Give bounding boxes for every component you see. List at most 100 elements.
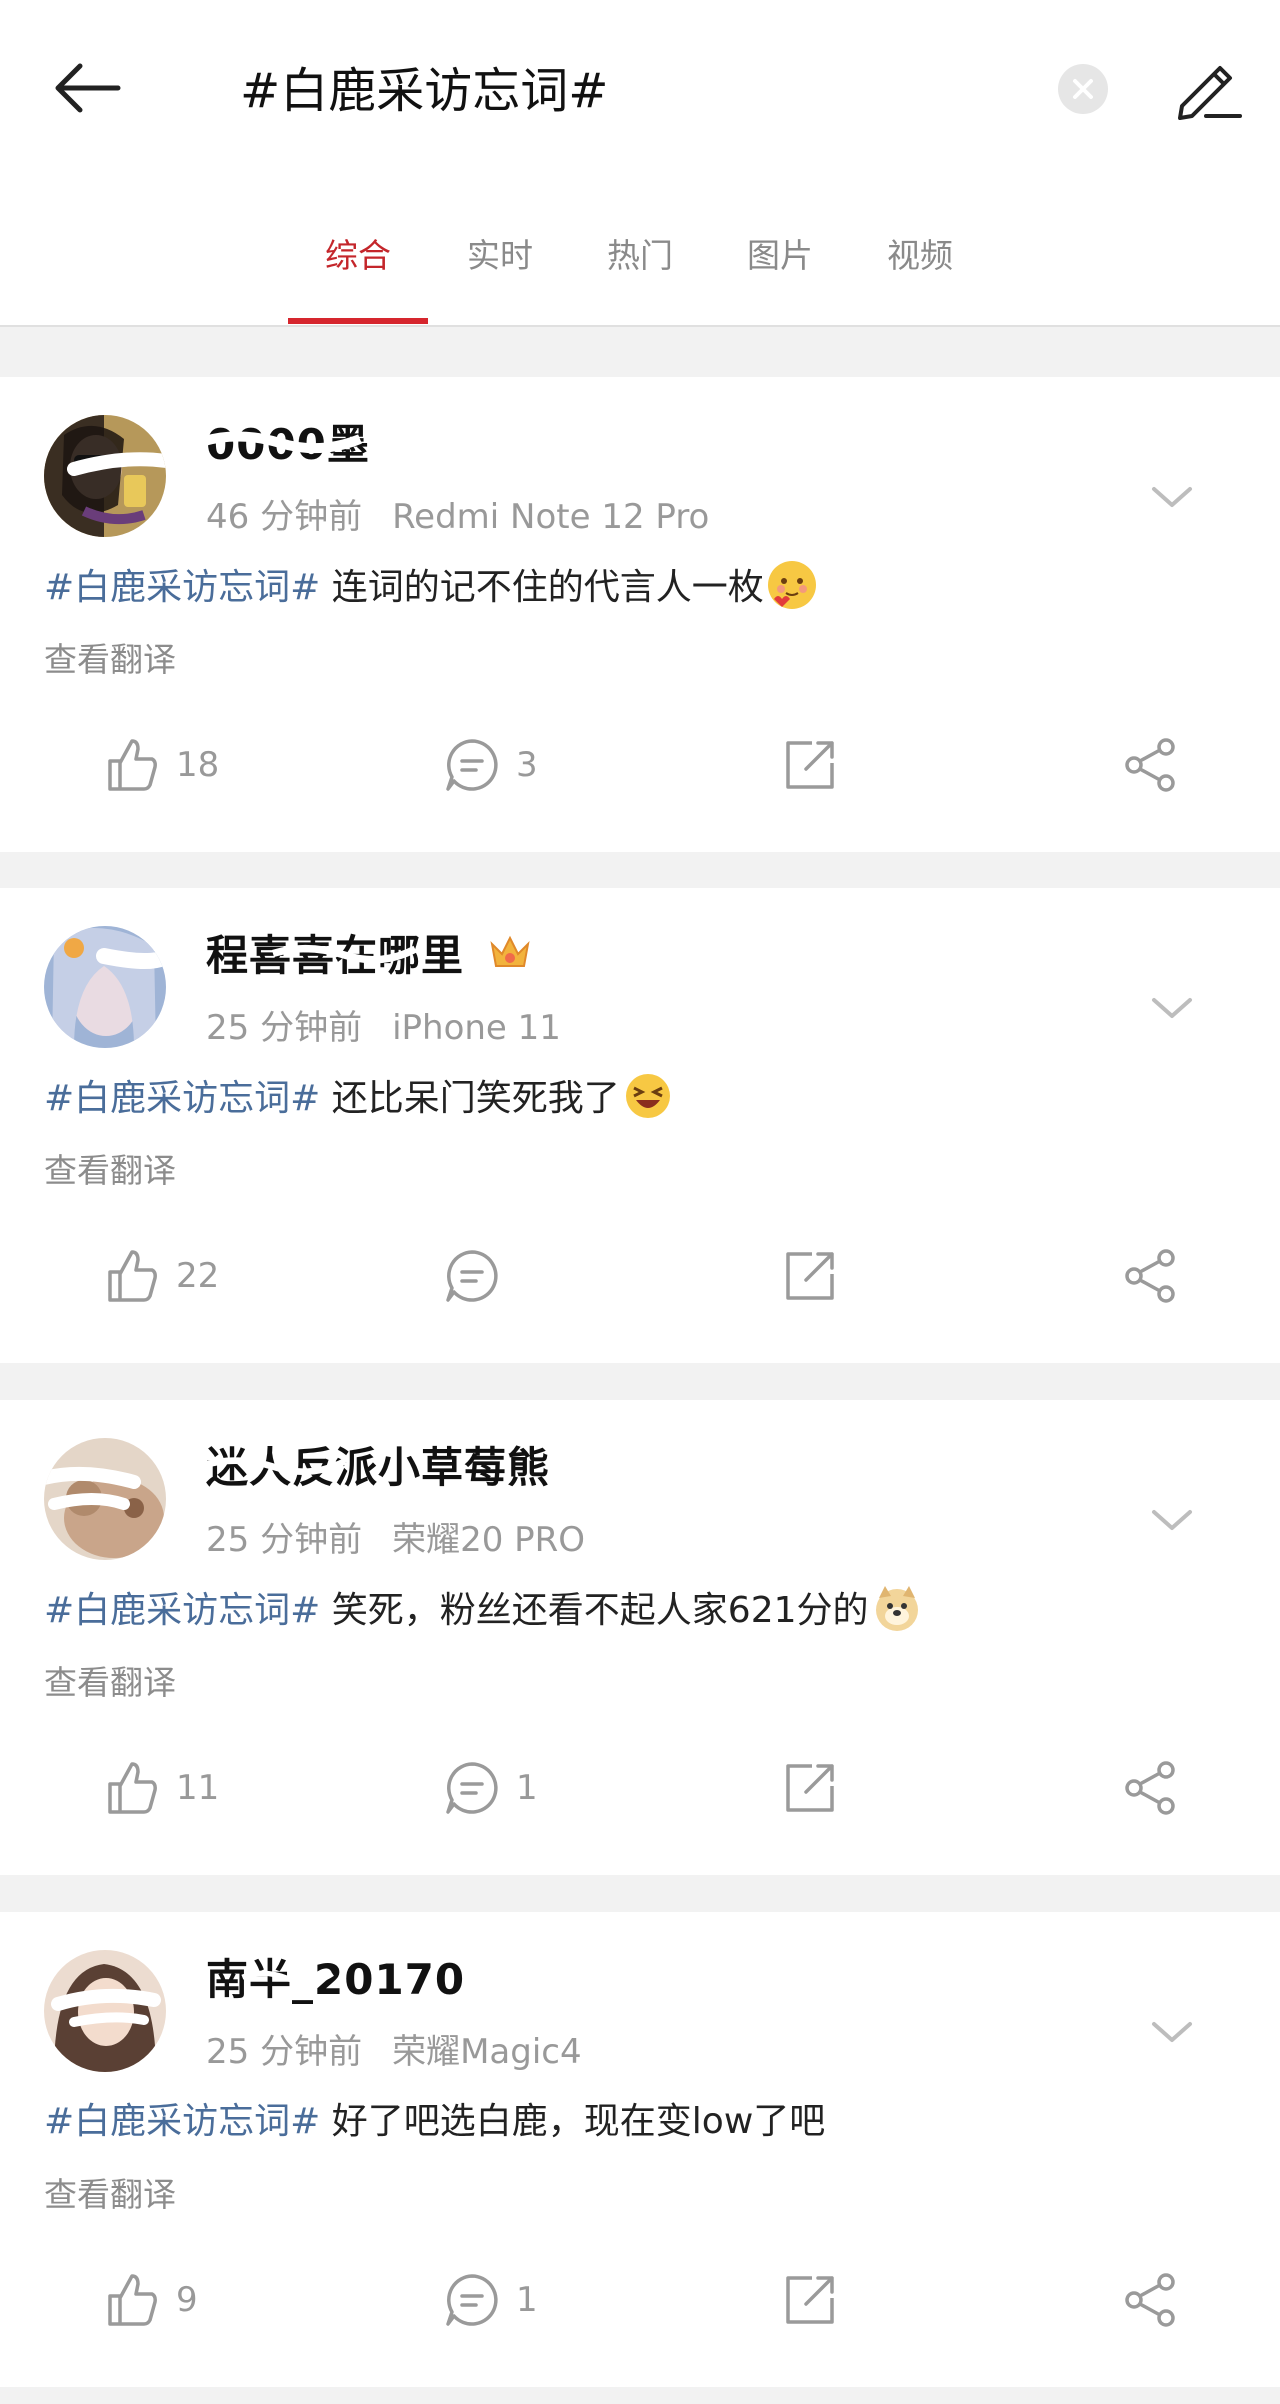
compose-button[interactable] bbox=[1168, 48, 1248, 128]
like-button[interactable]: 11 bbox=[104, 1750, 264, 1830]
post-actions: 11 1 bbox=[0, 1750, 1280, 1830]
post-meta: 46 分钟前 Redmi Note 12 Pro bbox=[206, 489, 709, 538]
comment-button[interactable] bbox=[444, 1238, 604, 1318]
share-icon bbox=[1125, 1249, 1175, 1303]
active-tab-indicator bbox=[288, 318, 428, 324]
search-query[interactable]: #白鹿采访忘词# bbox=[240, 56, 608, 126]
post-text: 笑死，粉丝还看不起人家621分的 bbox=[320, 1590, 869, 1631]
post-device: 荣耀Magic4 bbox=[392, 2032, 582, 2072]
repost-button[interactable] bbox=[782, 1750, 842, 1830]
like-count: 11 bbox=[176, 1768, 220, 1808]
tab-images[interactable]: 图片 bbox=[710, 226, 850, 286]
repost-button[interactable] bbox=[782, 2262, 842, 2342]
filter-tabs: 综合 实时 热门 图片 视频 bbox=[0, 180, 1280, 327]
post-device: Redmi Note 12 Pro bbox=[392, 497, 710, 537]
comment-button[interactable]: 1 bbox=[444, 2262, 604, 2342]
chevron-down-icon[interactable] bbox=[1148, 1496, 1196, 1544]
view-translation-link[interactable]: 查看翻译 bbox=[44, 1656, 176, 1704]
thumbs-up-icon bbox=[108, 2274, 157, 2326]
post-content: #白鹿采访忘词# 连词的记不住的代言人一枚 bbox=[44, 561, 816, 614]
post-actions: 22 bbox=[0, 1238, 1280, 1318]
post-meta: 25 分钟前 iPhone 11 bbox=[206, 1000, 561, 1049]
like-count: 22 bbox=[176, 1256, 220, 1296]
like-button[interactable]: 22 bbox=[104, 1238, 264, 1318]
tab-comprehensive[interactable]: 综合 bbox=[288, 226, 428, 286]
post-time: 25 分钟前 bbox=[206, 1520, 363, 1560]
chevron-down-icon[interactable] bbox=[1148, 984, 1196, 1032]
share-button[interactable] bbox=[1122, 1238, 1182, 1318]
post-time: 46 分钟前 bbox=[206, 497, 363, 537]
repost-button[interactable] bbox=[782, 727, 842, 807]
post-text: 好了吧选白鹿，现在变low了吧 bbox=[320, 2101, 826, 2142]
clear-search-button[interactable] bbox=[1058, 64, 1108, 114]
post-meta: 25 分钟前 荣耀Magic4 bbox=[206, 2024, 582, 2073]
hashtag-link[interactable]: #白鹿采访忘词# bbox=[44, 567, 320, 608]
redaction-scribble bbox=[202, 431, 362, 454]
repost-icon bbox=[786, 2276, 834, 2324]
avatar[interactable] bbox=[44, 1438, 166, 1560]
post-content: #白鹿采访忘词# 好了吧选白鹿，现在变low了吧 bbox=[44, 2096, 825, 2148]
repost-button[interactable] bbox=[782, 1238, 842, 1318]
share-icon bbox=[1125, 1761, 1175, 1815]
post-actions: 9 1 bbox=[0, 2262, 1280, 2342]
repost-icon bbox=[786, 741, 834, 789]
post-device: 荣耀20 PRO bbox=[392, 1520, 586, 1560]
chevron-down-icon[interactable] bbox=[1148, 2008, 1196, 2056]
chevron-down-icon[interactable] bbox=[1148, 473, 1196, 521]
like-button[interactable]: 18 bbox=[104, 727, 264, 807]
share-button[interactable] bbox=[1122, 727, 1182, 807]
like-count: 18 bbox=[176, 745, 220, 785]
share-icon bbox=[1125, 738, 1175, 792]
comment-button[interactable]: 3 bbox=[444, 727, 604, 807]
post-meta: 25 分钟前 荣耀20 PRO bbox=[206, 1512, 585, 1561]
post-device: iPhone 11 bbox=[392, 1008, 561, 1048]
tab-hot[interactable]: 热门 bbox=[570, 226, 710, 286]
back-arrow-icon bbox=[55, 63, 121, 113]
pencil-icon bbox=[1178, 66, 1242, 120]
avatar[interactable] bbox=[44, 1950, 166, 2072]
post-content: #白鹿采访忘词# 还比呆门笑死我了 bbox=[44, 1072, 672, 1125]
share-button[interactable] bbox=[1122, 1750, 1182, 1830]
post-time: 25 分钟前 bbox=[206, 2032, 363, 2072]
post-card[interactable]: 程喜喜在哪里 25 分钟前 iPhone 11 #白鹿采访忘词# 还比呆门笑死我了… bbox=[0, 888, 1280, 1363]
thumbs-up-icon bbox=[108, 1762, 157, 1814]
tab-realtime[interactable]: 实时 bbox=[430, 226, 570, 286]
view-translation-link[interactable]: 查看翻译 bbox=[44, 633, 176, 681]
repost-icon bbox=[786, 1764, 834, 1812]
thumbs-up-icon bbox=[108, 739, 157, 791]
hashtag-link[interactable]: #白鹿采访忘词# bbox=[44, 1078, 320, 1119]
laughing-squint-emoji bbox=[624, 1072, 672, 1120]
back-button[interactable] bbox=[48, 48, 128, 128]
blushing-face-with-heart-emoji bbox=[767, 561, 816, 609]
comment-icon bbox=[446, 739, 498, 791]
post-card[interactable]: 迷人反派小草莓熊 25 分钟前 荣耀20 PRO #白鹿采访忘词# 笑死，粉丝还看… bbox=[0, 1400, 1280, 1875]
tab-videos[interactable]: 视频 bbox=[850, 226, 990, 286]
avatar[interactable] bbox=[44, 415, 166, 537]
close-icon bbox=[1073, 79, 1093, 99]
post-actions: 18 3 bbox=[0, 727, 1280, 807]
comment-count: 1 bbox=[516, 2280, 538, 2320]
post-text: 还比呆门笑死我了 bbox=[320, 1078, 620, 1119]
repost-icon bbox=[786, 1252, 834, 1300]
redaction-scribble bbox=[201, 1457, 347, 1475]
redaction-scribble bbox=[241, 1970, 334, 1985]
comment-icon bbox=[446, 1762, 498, 1814]
share-button[interactable] bbox=[1122, 2262, 1182, 2342]
post-content: #白鹿采访忘词# 笑死，粉丝还看不起人家621分的 bbox=[44, 1584, 921, 1637]
comment-icon bbox=[446, 1250, 498, 1302]
avatar[interactable] bbox=[44, 926, 166, 1048]
like-button[interactable]: 9 bbox=[104, 2262, 264, 2342]
like-count: 9 bbox=[176, 2280, 198, 2320]
comment-count: 1 bbox=[516, 1768, 538, 1808]
post-card[interactable]: 南半_20170 25 分钟前 荣耀Magic4 #白鹿采访忘词# 好了吧选白鹿，… bbox=[0, 1912, 1280, 2387]
hashtag-link[interactable]: #白鹿采访忘词# bbox=[44, 1590, 320, 1631]
view-translation-link[interactable]: 查看翻译 bbox=[44, 2168, 176, 2216]
comment-count: 3 bbox=[516, 745, 538, 785]
redaction-scribble bbox=[271, 944, 417, 964]
comment-button[interactable]: 1 bbox=[444, 1750, 604, 1830]
hashtag-link[interactable]: #白鹿采访忘词# bbox=[44, 2101, 320, 2142]
top-bar: #白鹿采访忘词# bbox=[0, 0, 1280, 180]
view-translation-link[interactable]: 查看翻译 bbox=[44, 1144, 176, 1192]
post-text: 连词的记不住的代言人一枚 bbox=[320, 567, 764, 608]
post-card[interactable]: 0000墨 46 分钟前 Redmi Note 12 Pro #白鹿采访忘词# 连… bbox=[0, 377, 1280, 852]
